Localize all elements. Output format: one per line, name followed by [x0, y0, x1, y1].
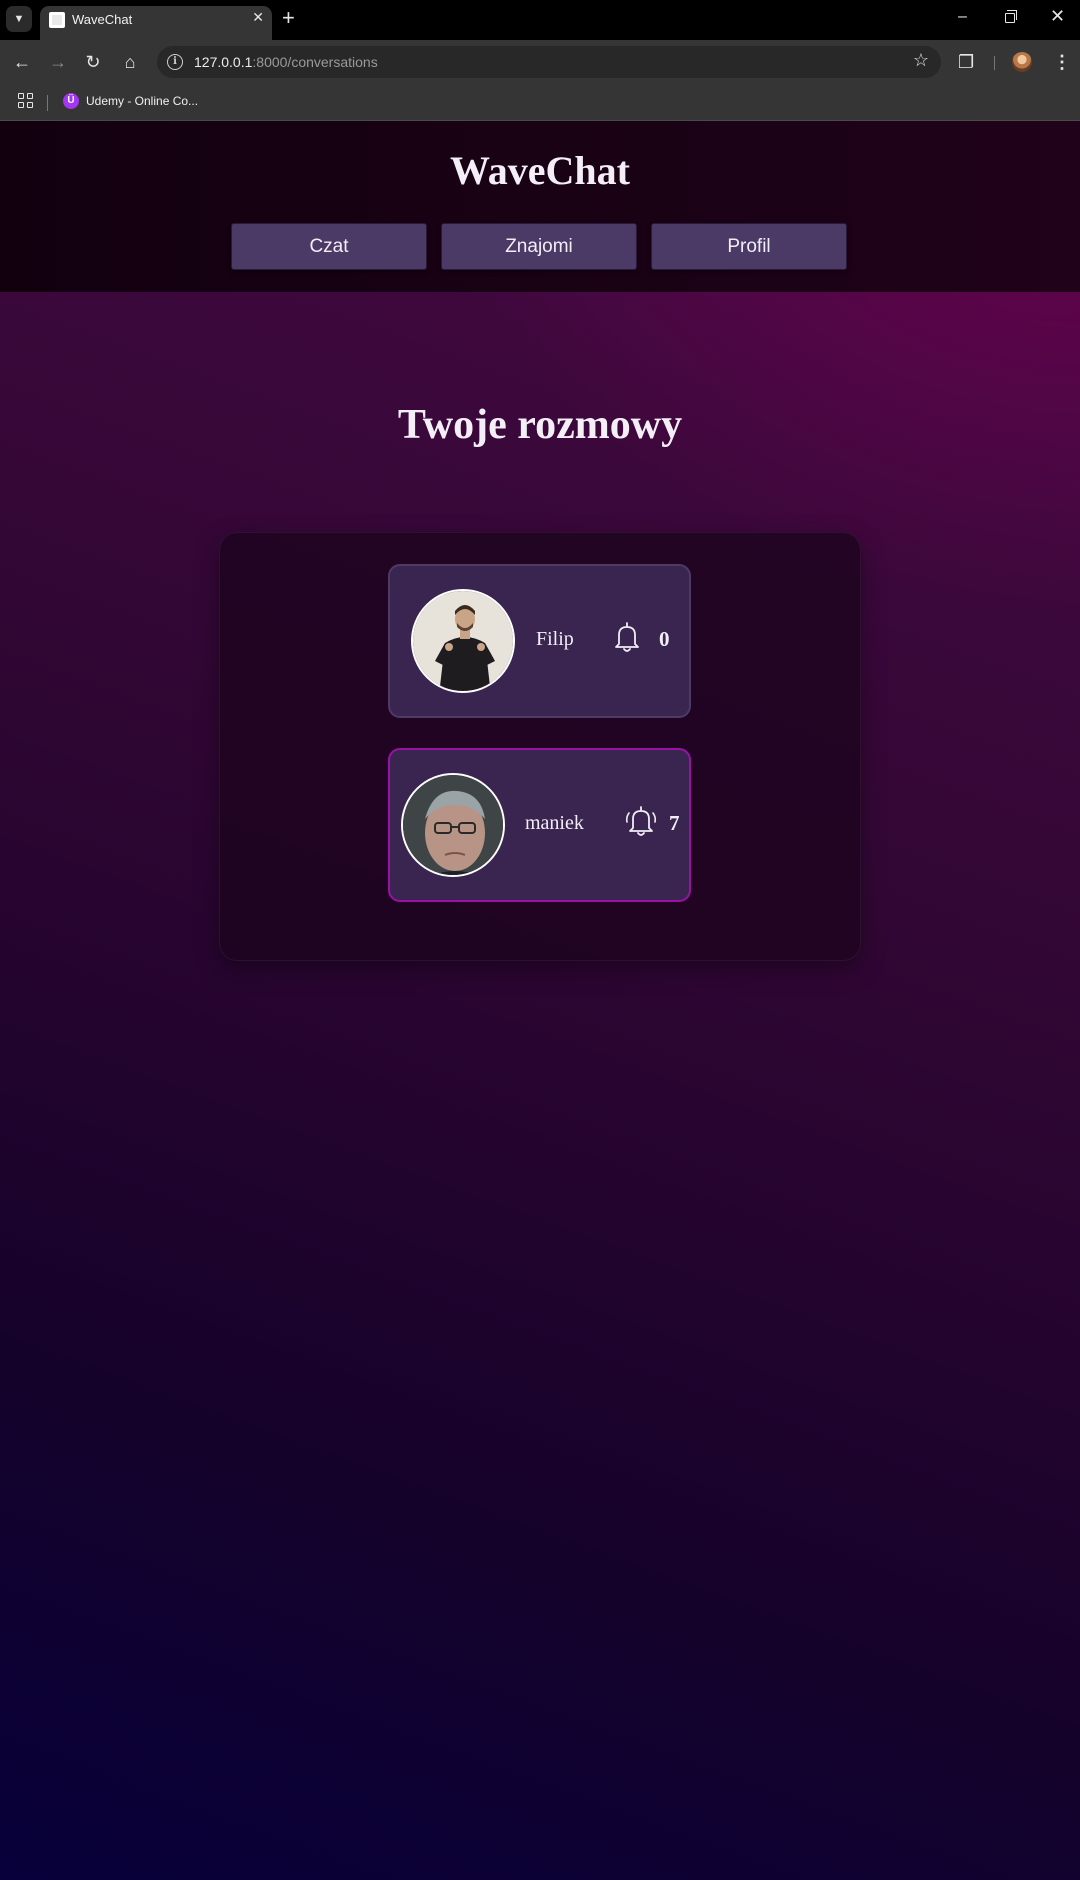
bell-icon: [615, 622, 639, 652]
notification-count: 7: [669, 811, 680, 835]
tab-search-chevron-icon[interactable]: ▼: [6, 6, 32, 32]
app-brand-title: WaveChat: [450, 148, 630, 193]
tab-strip: ▼ WaveChat ✕ + – ✕: [0, 0, 1080, 40]
toolbar-separator: [994, 56, 995, 70]
nav-button-znajomi[interactable]: Znajomi: [441, 223, 637, 270]
url-host: 127.0.0.1: [194, 54, 253, 70]
apps-grid-icon[interactable]: [18, 93, 33, 108]
home-icon[interactable]: ⌂: [118, 50, 142, 74]
browser-tab[interactable]: WaveChat ✕: [40, 6, 272, 40]
profile-avatar[interactable]: [1012, 52, 1032, 72]
browser-menu-icon[interactable]: ⋮: [1053, 52, 1071, 73]
conversation-name: Filip: [536, 628, 574, 650]
nav-button-profil[interactable]: Profil: [651, 223, 847, 270]
window-close-icon[interactable]: ✕: [1050, 6, 1065, 27]
conversation-name: maniek: [525, 812, 584, 834]
window-minimize-icon[interactable]: –: [958, 8, 967, 26]
avatar: [401, 773, 505, 877]
tab-title: WaveChat: [72, 12, 133, 27]
bookmark-udemy[interactable]: Udemy - Online Co...: [86, 94, 198, 108]
bookmarks-bar: Ü Udemy - Online Co...: [0, 84, 1080, 121]
bookmarks-separator: [47, 95, 48, 111]
avatar: [411, 589, 515, 693]
url-path: :8000/conversations: [252, 54, 378, 70]
new-tab-plus-icon[interactable]: +: [282, 7, 295, 29]
tab-close-icon[interactable]: ✕: [252, 9, 264, 26]
page-title: Twoje rozmowy: [397, 402, 683, 448]
notification-count: 0: [659, 627, 670, 651]
site-info-icon[interactable]: i: [167, 54, 183, 70]
forward-arrow-icon[interactable]: →: [46, 50, 70, 74]
conversation-card-maniek[interactable]: maniek 7: [388, 748, 691, 902]
conversation-card-filip[interactable]: Filip 0: [388, 564, 691, 718]
window-restore-icon[interactable]: [1005, 10, 1017, 23]
app-header: WaveChat Czat Znajomi Profil: [0, 121, 1080, 292]
avatar-photo-older-man: [403, 775, 503, 875]
browser-toolbar: ← → ↻ ⌂ i 127.0.0.1:8000/conversations ☆…: [0, 40, 1080, 84]
page-content: WaveChat Czat Znajomi Profil Twoje rozmo…: [0, 121, 1080, 1880]
udemy-favicon-icon: Ü: [63, 93, 79, 109]
reload-icon[interactable]: ↻: [81, 50, 105, 74]
bell-ringing-icon: [625, 806, 657, 836]
nav-button-czat[interactable]: Czat: [231, 223, 427, 270]
back-arrow-icon[interactable]: ←: [10, 50, 34, 74]
bookmark-star-icon[interactable]: ☆: [913, 50, 929, 71]
avatar-photo-man-suit: [413, 591, 513, 691]
extensions-puzzle-icon[interactable]: ❐: [958, 52, 974, 73]
address-url[interactable]: 127.0.0.1:8000/conversations: [194, 54, 378, 70]
address-bar[interactable]: i 127.0.0.1:8000/conversations ☆: [157, 46, 941, 78]
tab-favicon-icon: [49, 12, 65, 28]
